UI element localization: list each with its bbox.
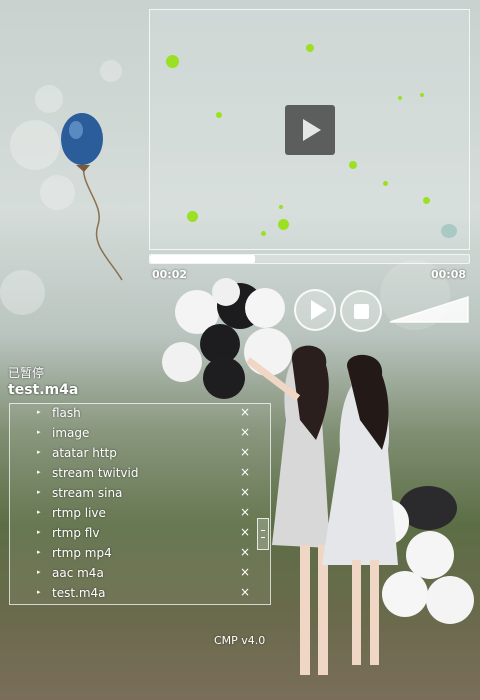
close-icon[interactable]: ×: [240, 585, 250, 599]
arrow-icon: ▸: [37, 528, 41, 536]
arrow-icon: ▸: [37, 448, 41, 456]
time-elapsed: 00:02: [152, 268, 188, 281]
close-icon[interactable]: ×: [240, 465, 250, 479]
big-play-button[interactable]: [285, 105, 335, 155]
arrow-icon: ▸: [37, 588, 41, 596]
stop-button[interactable]: [340, 290, 382, 332]
arrow-icon: ▸: [37, 408, 41, 416]
playlist-item-label: atatar http: [52, 446, 117, 460]
close-icon[interactable]: ×: [240, 545, 250, 559]
playlist-item-label: rtmp live: [52, 506, 106, 520]
playlist-item-label: rtmp mp4: [52, 546, 112, 560]
playlist-item-label: stream twitvid: [52, 466, 139, 480]
close-icon[interactable]: ×: [240, 405, 250, 419]
playlist-item[interactable]: ▸ aac m4a ×: [10, 564, 256, 584]
playlist-item-label: flash: [52, 406, 81, 420]
arrow-icon: ▸: [37, 428, 41, 436]
current-track-title: test.m4a: [8, 382, 79, 398]
progress-bar[interactable]: [149, 254, 470, 264]
playlist-item[interactable]: ▸ stream twitvid ×: [10, 464, 256, 484]
playlist-item[interactable]: ▸ stream sina ×: [10, 484, 256, 504]
volume-slider[interactable]: [389, 295, 469, 323]
playlist-item[interactable]: ▸ atatar http ×: [10, 444, 256, 464]
playlist-scrollbar-handle[interactable]: [257, 518, 269, 550]
arrow-icon: ▸: [37, 488, 41, 496]
playlist-item-label: test.m4a: [52, 586, 106, 600]
progress-fill: [150, 255, 256, 263]
playlist-item-label: rtmp flv: [52, 526, 100, 540]
playlist-panel: ▸ flash × ▸ image × ▸ atatar http × ▸ st…: [9, 403, 271, 605]
arrow-icon: ▸: [37, 548, 41, 556]
play-button[interactable]: [294, 289, 336, 331]
playlist-item[interactable]: ▸ test.m4a ×: [10, 584, 256, 604]
arrow-icon: ▸: [37, 508, 41, 516]
close-icon[interactable]: ×: [240, 485, 250, 499]
playlist-item[interactable]: ▸ image ×: [10, 424, 256, 444]
close-icon[interactable]: ×: [240, 505, 250, 519]
playlist-item-label: stream sina: [52, 486, 123, 500]
playlist-item[interactable]: ▸ rtmp mp4 ×: [10, 544, 256, 564]
playlist-item[interactable]: ▸ rtmp flv ×: [10, 524, 256, 544]
playlist-item[interactable]: ▸ rtmp live ×: [10, 504, 256, 524]
arrow-icon: ▸: [37, 468, 41, 476]
close-icon[interactable]: ×: [240, 565, 250, 579]
playback-status: 已暂停: [8, 366, 45, 380]
arrow-icon: ▸: [37, 568, 41, 576]
time-total: 00:08: [431, 268, 467, 281]
close-icon[interactable]: ×: [240, 445, 250, 459]
close-icon[interactable]: ×: [240, 525, 250, 539]
playlist-item-label: aac m4a: [52, 566, 104, 580]
playlist-item-label: image: [52, 426, 90, 440]
close-icon[interactable]: ×: [240, 425, 250, 439]
playlist-item[interactable]: ▸ flash ×: [10, 404, 256, 424]
version-label: CMP v4.0: [214, 634, 266, 647]
